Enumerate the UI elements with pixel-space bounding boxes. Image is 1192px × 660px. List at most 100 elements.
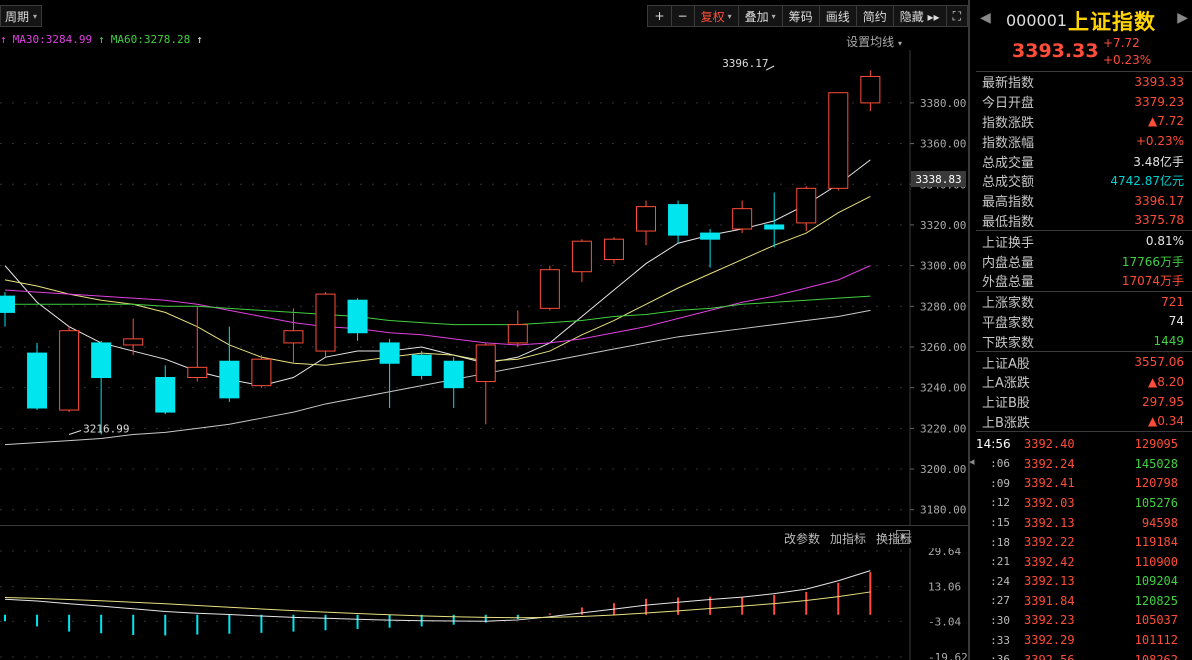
next-stock-icon[interactable]: ▶ xyxy=(1177,10,1188,26)
chart-area[interactable]: 周期 ▾ + − 复权 ▾ 叠加 ▾ 筹码 画线 简约 隐藏 ▸▸ ⛶ ↑ MA30:3284.99… xyxy=(0,0,970,660)
tick-volume: 129095 xyxy=(1134,437,1178,452)
period-label: 周期 xyxy=(5,9,30,24)
candle-body xyxy=(668,204,689,236)
quote-label: 最新指数 xyxy=(982,76,1035,92)
quote-value: 297.95 xyxy=(1142,394,1184,409)
panel-divider[interactable] xyxy=(968,0,970,660)
period-selector[interactable]: 周期 ▾ xyxy=(0,5,43,27)
ma-settings-button[interactable]: 设置均线 ▾ xyxy=(846,33,902,50)
quote-label: 平盘家数 xyxy=(982,315,1035,331)
tick-price: 3392.13 xyxy=(1024,515,1075,530)
quote-row: 上B涨跌 ▲0.34 xyxy=(976,412,1192,432)
zoom-in-button[interactable]: + xyxy=(647,5,672,27)
tick-price: 3392.42 xyxy=(1024,554,1075,569)
quote-row: 上证换手 0.81% xyxy=(976,231,1192,251)
chevron-down-icon: ▾ xyxy=(727,11,732,21)
candle-body xyxy=(283,330,304,344)
candle-body xyxy=(219,360,240,399)
tick-list[interactable]: 14:56 3392.40 129095:06 3392.24 145028:09 339… xyxy=(976,432,1192,660)
quote-label: 上A涨跌 xyxy=(982,376,1030,392)
quote-row: 下跌家数 1449 xyxy=(976,331,1192,351)
tick-volume: 105037 xyxy=(1134,613,1178,628)
quote-value: ▲7.72 xyxy=(1148,114,1184,129)
quote-label: 总成交量 xyxy=(982,155,1035,171)
hide-button[interactable]: 隐藏 ▸▸ xyxy=(892,5,947,27)
tick-price: 3391.84 xyxy=(1024,593,1075,608)
fullscreen-button-label: ⛶ xyxy=(952,8,961,23)
candle-body xyxy=(315,293,336,352)
fullscreen-button[interactable]: ⛶ xyxy=(945,5,968,27)
candle-body xyxy=(860,75,881,104)
ma30-value: MA30:3284.99 xyxy=(12,33,93,46)
quote-label: 上B涨跌 xyxy=(982,415,1030,431)
quote-label: 上涨家数 xyxy=(982,296,1035,312)
candle-body xyxy=(571,240,592,273)
chart-toolbar: + − 复权 ▾ 叠加 ▾ 筹码 画线 简约 隐藏 ▸▸ ⛶ xyxy=(647,5,968,27)
quote-row: 今日开盘 3379.23 xyxy=(976,92,1192,112)
draw-line-button[interactable]: 画线 xyxy=(818,5,857,27)
draw-line-button-label: 画线 xyxy=(825,9,850,24)
candle-body xyxy=(700,232,721,240)
splitter-handle-icon[interactable]: ◂ xyxy=(969,455,975,477)
quote-label: 下跌家数 xyxy=(982,335,1035,351)
tick-row: :24 3392.13 109204 xyxy=(976,572,1192,592)
zoom-out-button[interactable]: − xyxy=(670,5,695,27)
indicator-chart[interactable]: 29.64 13.06 -3.04 -19.62 xyxy=(0,548,968,660)
tick-volume: 120825 xyxy=(1134,593,1178,608)
quote-value: 3557.06 xyxy=(1134,355,1184,370)
chips-button[interactable]: 筹码 xyxy=(781,5,820,27)
close-icon[interactable]: × xyxy=(896,530,910,544)
indicator-tick-label: 29.64 xyxy=(928,548,961,558)
tick-volume: 119184 xyxy=(1134,535,1178,550)
annotation-label: 3396.17 xyxy=(722,57,768,70)
adjust-button[interactable]: 复权 ▾ xyxy=(693,5,739,27)
candle-body xyxy=(796,187,817,224)
prev-stock-icon[interactable]: ◀ xyxy=(980,10,991,26)
share-index-section: 上证A股 3557.06 上A涨跌 ▲8.20 上证B股 297.95 上B涨跌 ▲0.34 xyxy=(976,352,1192,433)
candle-body xyxy=(155,377,176,413)
tick-time: :12 xyxy=(990,496,1010,510)
y-tick-label: 3300.00 xyxy=(920,260,966,273)
quote-value: 721 xyxy=(1161,294,1184,309)
y-tick-label: 3260.00 xyxy=(920,341,966,354)
candlestick-chart[interactable]: 3380.003360.003340.003320.003300.003280.… xyxy=(0,50,968,526)
y-tick-label: 3220.00 xyxy=(920,422,966,435)
zoom-out-button-label: − xyxy=(677,9,688,23)
tick-row: :21 3392.42 110900 xyxy=(976,552,1192,572)
overlay-button[interactable]: 叠加 ▾ xyxy=(737,5,783,27)
hide-button-label: 隐藏 ▸▸ xyxy=(899,9,940,24)
candle-body xyxy=(475,344,496,383)
quote-row: 总成交量 3.48亿手 xyxy=(976,151,1192,171)
tick-row: :12 3392.03 105276 xyxy=(976,493,1192,513)
indicator-toolbar: 改参数 加指标 换指标 xyxy=(784,530,912,547)
current-price-tag: 3338.83 xyxy=(911,171,966,187)
quote-label: 今日开盘 xyxy=(982,96,1035,112)
tick-volume: 105276 xyxy=(1134,495,1178,510)
price-change: +7.72 xyxy=(1103,36,1140,50)
candle-body xyxy=(0,295,15,313)
simple-button[interactable]: 简约 xyxy=(855,5,894,27)
candle-body xyxy=(123,338,144,346)
annotation-arrow xyxy=(68,430,82,435)
ma-legend: ↑ MA30:3284.99 ↑ MA60:3278.28 ↑ xyxy=(0,33,203,46)
tick-row: :27 3391.84 120825 xyxy=(976,591,1192,611)
tick-price: 3392.40 xyxy=(1024,437,1075,452)
candle-body xyxy=(732,208,753,230)
candle-body xyxy=(443,360,464,389)
tick-price: 3392.13 xyxy=(1024,574,1075,589)
add-indicator-button[interactable]: 加指标 xyxy=(830,530,866,547)
quote-value: 1449 xyxy=(1153,334,1184,349)
quote-row: 指数涨跌 ▲7.72 xyxy=(976,112,1192,132)
quote-row: 指数涨幅 +0.23% xyxy=(976,131,1192,151)
indicator-tick-label: -19.62 xyxy=(928,651,968,660)
tick-volume: 145028 xyxy=(1134,456,1178,471)
tick-price: 3392.41 xyxy=(1024,476,1075,491)
change-params-button[interactable]: 改参数 xyxy=(784,530,820,547)
ma60-arrow-icon: ↑ xyxy=(98,33,105,46)
quote-panel: ◀ 000001 上证指数 ▶ 3393.33 +7.72 +0.23% 最新指… xyxy=(976,0,1192,660)
tick-time: :06 xyxy=(990,457,1010,471)
quote-label: 外盘总量 xyxy=(982,275,1035,291)
y-tick-label: 3280.00 xyxy=(920,300,966,313)
y-tick-label: 3360.00 xyxy=(920,138,966,151)
chevron-down-icon: ▾ xyxy=(33,11,38,21)
